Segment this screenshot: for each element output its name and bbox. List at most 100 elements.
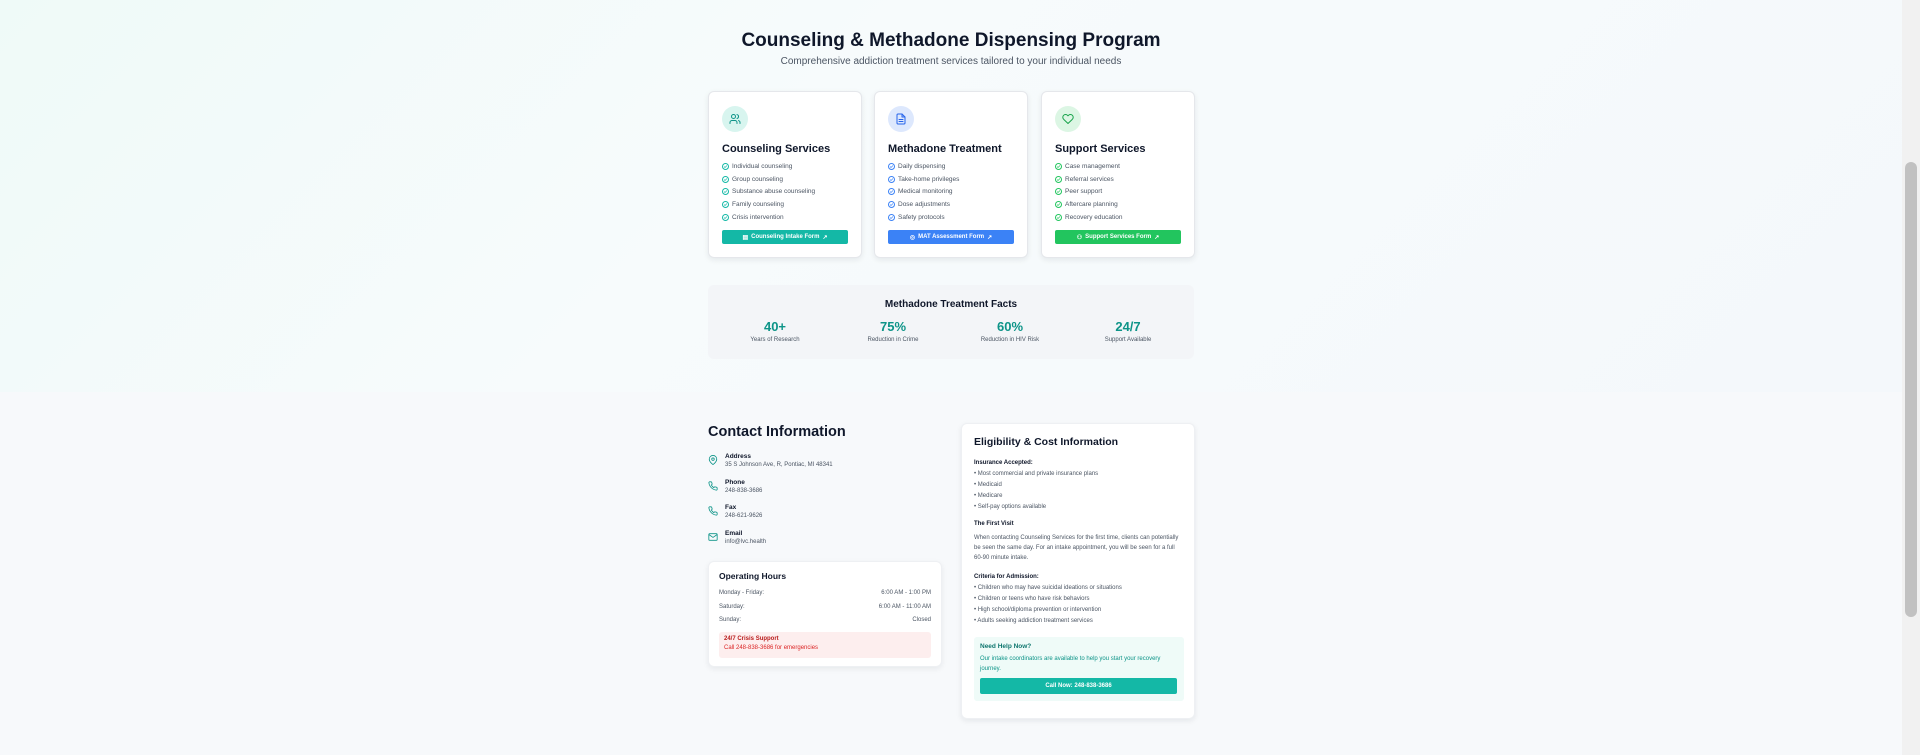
list-item-label: Case management (1065, 162, 1120, 170)
fact-value: 60% (996, 319, 1024, 334)
methadone-treatment-card: Methadone Treatment Daily dispensing Tak… (874, 91, 1028, 258)
list-item-label: Safety protocols (898, 213, 945, 221)
list-item: Peer support (1055, 185, 1181, 198)
criteria-item: • Adults seeking addiction treatment ser… (974, 618, 1093, 625)
card-title: Support Services (1055, 143, 1146, 155)
list-item-label: Take-home privileges (898, 175, 960, 183)
fact-item: 75% Reduction in Crime (843, 319, 943, 343)
list-item-label: Recovery education (1065, 213, 1123, 221)
check-circle-icon (1055, 162, 1062, 170)
list-item-label: Dose adjustments (898, 200, 951, 208)
contact-value: 248-621-9626 (725, 513, 763, 519)
fact-value: 24/7 (1115, 319, 1141, 334)
first-visit-text: When contacting Counseling Services for … (974, 535, 1179, 562)
list-item-label: Crisis intervention (732, 213, 784, 221)
page-subtitle: Comprehensive addiction treatment servic… (780, 56, 1122, 67)
check-circle-icon (722, 162, 729, 170)
list-item-label: Family counseling (732, 200, 785, 208)
list-item-label: Group counseling (732, 175, 783, 183)
counseling-intake-form-button[interactable]: ▤ Counseling Intake Form ↗ (722, 230, 848, 245)
fact-value: 75% (879, 319, 907, 334)
list-item: Dose adjustments (888, 198, 1014, 211)
criteria-item: • High school/diploma prevention or inte… (974, 607, 1102, 614)
phone-link[interactable]: 248-838-3686 (725, 488, 762, 494)
map-pin-icon (708, 455, 718, 465)
contact-label: Address (725, 453, 752, 460)
check-circle-icon (1055, 188, 1062, 196)
fact-item: 40+ Years of Research (725, 319, 825, 343)
list-item: Aftercare planning (1055, 198, 1181, 211)
criteria-item: • Children who may have suicidal ideatio… (974, 585, 1122, 592)
insurance-item: • Medicaid (974, 481, 1002, 488)
eligibility-title: Eligibility & Cost Information (974, 436, 1119, 448)
contact-label: Phone (725, 479, 745, 486)
hours-time: 6:00 AM - 11:00 AM (878, 603, 931, 610)
list-item: Safety protocols (888, 211, 1014, 224)
help-title: Need Help Now? (980, 642, 1032, 650)
hours-title: Operating Hours (719, 571, 787, 581)
list-item: Substance abuse counseling (722, 185, 848, 198)
hours-time: 6:00 AM - 1:00 PM (881, 590, 931, 596)
hours-day: Monday - Friday: (719, 590, 765, 596)
card-title: Methadone Treatment (888, 143, 1002, 155)
criteria-item: • Children or teens who have risk behavi… (974, 596, 1090, 603)
mat-assessment-form-button[interactable]: ◎ MAT Assessment Form ↗ (888, 230, 1014, 245)
button-label: Support Services Form (1085, 234, 1152, 241)
insurance-item: • Medicare (974, 492, 1003, 499)
list-item: Recovery education (1055, 211, 1181, 224)
list-item: Daily dispensing (888, 160, 1014, 173)
eligibility-card: Eligibility & Cost Information Insurance… (961, 423, 1195, 719)
check-circle-icon (888, 175, 895, 183)
check-circle-icon (722, 175, 729, 183)
check-circle-icon (888, 162, 895, 170)
fact-label: Reduction in Crime (867, 337, 919, 343)
need-help-box: Need Help Now? Our intake coordinators a… (974, 636, 1184, 701)
facts-title: Methadone Treatment Facts (884, 299, 1018, 310)
check-circle-icon (1055, 200, 1062, 208)
email-link[interactable]: info@lvc.health (725, 539, 766, 545)
contact-title: Contact Information (708, 424, 846, 440)
list-item: Referral services (1055, 173, 1181, 186)
contact-address: Address 35 S Johnson Ave, R, Pontiac, MI… (708, 453, 833, 468)
check-circle-icon (1055, 213, 1062, 221)
insurance-item: • Most commercial and private insurance … (974, 470, 1099, 477)
check-circle-icon (888, 200, 895, 208)
users-icon (722, 106, 748, 132)
contact-fax: Fax 248-621-9626 (708, 504, 762, 519)
fact-value: 40+ (763, 319, 787, 334)
contact-phone: Phone 248-838-3686 (708, 479, 762, 494)
phone-icon (708, 506, 718, 516)
button-label: MAT Assessment Form (918, 234, 985, 241)
heart-icon (1055, 106, 1081, 132)
document-icon (888, 106, 914, 132)
hours-row: Monday - Friday: 6:00 AM - 1:00 PM (719, 590, 931, 597)
list-item-label: Individual counseling (732, 162, 793, 170)
page-title: Counseling & Methadone Dispensing Progra… (741, 30, 1161, 51)
scrollbar-thumb[interactable] (1905, 162, 1917, 617)
fact-item: 60% Reduction in HIV Risk (960, 319, 1060, 343)
support-services-card: Support Services Case management Referra… (1041, 91, 1195, 258)
check-circle-icon (722, 200, 729, 208)
fact-item: 24/7 Support Available (1078, 319, 1178, 343)
support-services-form-button[interactable]: ⚇ Support Services Form ↗ (1055, 230, 1181, 245)
list-item: Family counseling (722, 198, 848, 211)
check-circle-icon (888, 188, 895, 196)
fact-label: Reduction in HIV Risk (980, 337, 1040, 343)
service-list: Case management Referral services Peer s… (1055, 160, 1181, 223)
list-item-label: Substance abuse counseling (732, 188, 816, 196)
external-link-icon: ↗ (1154, 234, 1160, 241)
hours-day: Sunday: (719, 617, 742, 623)
list-item: Crisis intervention (722, 211, 848, 224)
operating-hours-card: Operating Hours Monday - Friday: 6:00 AM… (708, 561, 942, 667)
contact-value: 35 S Johnson Ave, R, Pontiac, MI 48341 (725, 462, 833, 468)
insurance-heading: Insurance Accepted: (974, 460, 1033, 466)
list-item-label: Medical monitoring (898, 188, 953, 196)
call-now-button[interactable]: Call Now: 248-838-3686 (980, 677, 1177, 694)
scrollbar[interactable] (1902, 0, 1920, 755)
hours-row: Sunday: Closed (719, 617, 931, 624)
fact-label: Years of Research (750, 337, 800, 343)
contact-section (0, 392, 1902, 755)
check-circle-icon (888, 213, 895, 221)
hours-day: Saturday: (719, 603, 745, 610)
list-item-label: Peer support (1065, 188, 1103, 196)
